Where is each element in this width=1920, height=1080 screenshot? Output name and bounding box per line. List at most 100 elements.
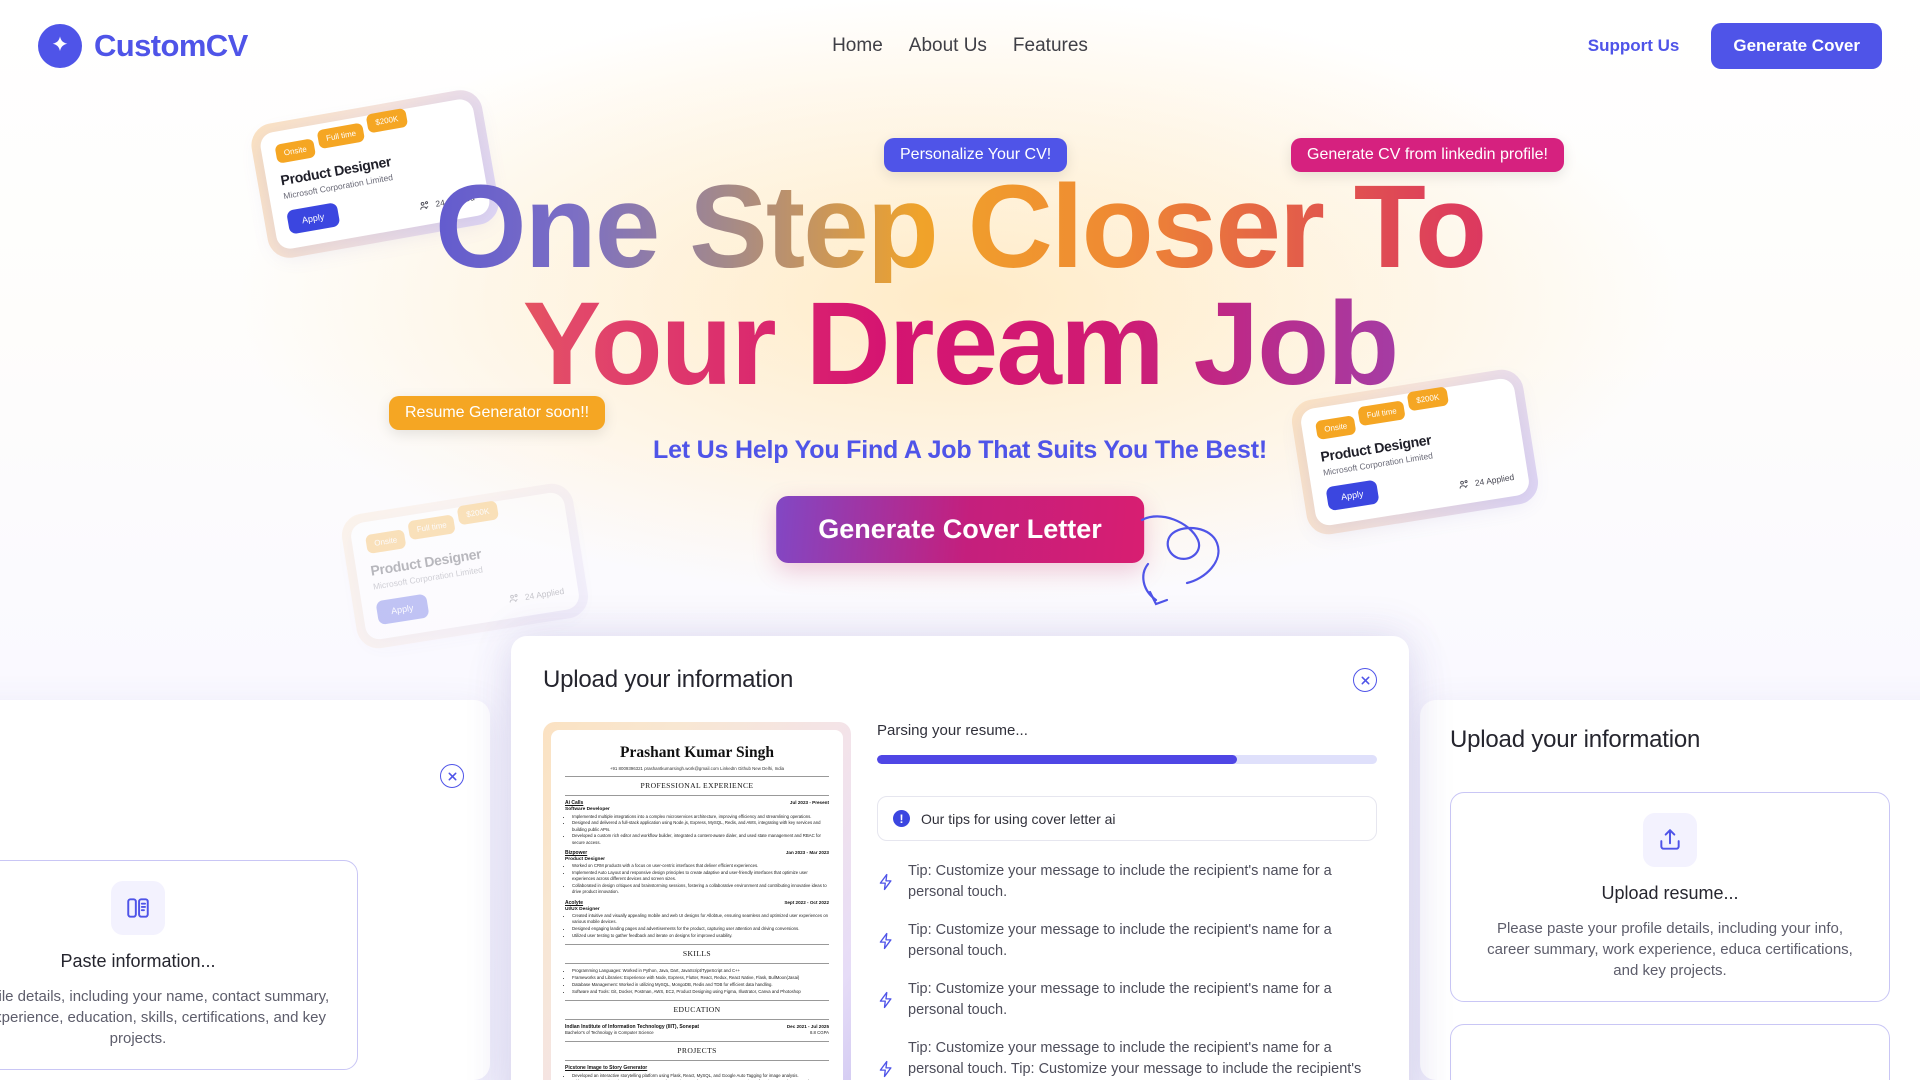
resume-contact-line: +91 8009396321 prashantkumarsingh.work@g… [609, 766, 785, 771]
close-circle-icon[interactable] [1353, 668, 1377, 692]
resume-bullet: Designed and delivered a full-stack appl… [572, 820, 829, 832]
resume-job-role: Product Designer [565, 856, 605, 862]
resume-bullet: Developed a custom rich editor and workf… [572, 833, 829, 845]
divider [565, 999, 829, 1001]
resume-job-entry: Bizpower Jan 2023 - Mar 2023 Product Des… [565, 850, 829, 896]
tip-text: Tip: Customize your message to include t… [908, 1040, 1362, 1078]
tip-text: Tip: Customize your message to include t… [908, 863, 1332, 900]
left-background-panel: Paste information... our profile details… [0, 700, 490, 1080]
resume-job-date: Jan 2023 - Mar 2023 [785, 849, 829, 855]
right-panel-title: Upload your information [1450, 726, 1701, 753]
list-item: Tip: Customize your message to include t… [877, 920, 1377, 961]
close-circle-icon[interactable] [440, 764, 464, 788]
resume-bullet: Implemented Auto Layout and responsive d… [572, 870, 829, 882]
resume-page: Prashant Kumar Singh +91 8009396321 pras… [551, 730, 843, 1080]
paste-card-title: Paste information... [60, 950, 216, 971]
page-root: Onsite Full time $200K Product Designer … [0, 0, 1920, 1080]
resume-skill-line: Programming Languages: Worked in Python,… [572, 968, 829, 974]
page-title: One Step Closer To Your Dream Job [0, 168, 1920, 403]
brand-name: CustomCV [94, 28, 248, 63]
list-item: Tip: Customize your message to include t… [877, 1038, 1377, 1080]
tips-list: Tip: Customize your message to include t… [877, 861, 1377, 1080]
nav-item-about-us[interactable]: About Us [909, 35, 987, 57]
resume-project-name: Picstone Image to Story Generator [565, 1065, 648, 1071]
resume-job-entry: Ai Calls Jul 2023 - Present Software Dev… [565, 800, 829, 846]
hero-subheadline: Let Us Help You Find A Job That Suits Yo… [653, 436, 1267, 464]
list-item: Tip: Customize your message to include t… [877, 979, 1377, 1020]
paste-icon [111, 880, 165, 935]
bolt-icon [879, 991, 892, 1009]
resume-job-entry: Acolyte Sept 2022 - Oct 2022 UI/UX Desig… [565, 900, 829, 940]
resume-bullet: Developed an interactive storytelling pl… [572, 1073, 829, 1079]
resume-bullet: Designed engaging landing pages and adve… [572, 926, 829, 932]
upload-secondary-card[interactable] [1450, 1024, 1890, 1080]
resume-preview[interactable]: Prashant Kumar Singh +91 8009396321 pras… [543, 722, 851, 1080]
resume-education-degree: Bachelor's of Technology in Computer Sci… [565, 1029, 654, 1035]
modal-body: Prashant Kumar Singh +91 8009396321 pras… [543, 722, 1377, 1080]
headline-line-1: One Step Closer To [0, 168, 1920, 286]
resume-job-role: Software Developer [565, 807, 610, 812]
tip-text: Tip: Customize your message to include t… [908, 922, 1332, 959]
main-nav: Home About Us Features [832, 35, 1088, 57]
upload-information-modal: Upload your information Prashant Kumar S… [511, 636, 1409, 1080]
resume-bullet: Implemented multiple integrations into a… [572, 814, 829, 820]
resume-skill-line: Software and Tools: Git, Docker, Postman… [572, 989, 829, 995]
parsing-progress-bar [877, 755, 1377, 764]
tips-header-text: Our tips for using cover letter ai [921, 810, 1116, 827]
divider [565, 1018, 829, 1020]
nav-item-home[interactable]: Home [832, 35, 883, 57]
tip-text: Tip: Customize your message to include t… [908, 981, 1332, 1018]
resume-job-org: Ai Calls [565, 800, 584, 806]
divider [565, 944, 829, 946]
divider [565, 1060, 829, 1061]
info-icon: ! [893, 810, 910, 827]
list-item: Tip: Customize your message to include t… [877, 861, 1377, 902]
upload-card-description: Please paste your profile details, inclu… [1487, 919, 1853, 980]
nav-item-features[interactable]: Features [1013, 35, 1088, 57]
resume-section-skills: SKILLS [682, 949, 712, 959]
resume-skill-line: Frameworks and Libraries: Experience wit… [572, 975, 829, 981]
modal-header: Upload your information [543, 666, 1377, 694]
resume-bullet: Created intuitive and visually appealing… [572, 913, 829, 925]
parsing-progress-fill [877, 755, 1237, 764]
right-background-panel: Upload your information Upload resume...… [1420, 700, 1920, 1080]
divider [565, 963, 829, 965]
divider [565, 795, 829, 796]
divider [565, 1041, 829, 1042]
resume-skill-line: Database Management: Worked in utilizing… [572, 982, 829, 988]
headline-line-2: Your Dream Job [0, 285, 1920, 403]
resume-job-date: Sept 2022 - Oct 2022 [784, 899, 829, 905]
bolt-icon [879, 932, 892, 949]
upload-card-title: Upload resume... [1601, 882, 1739, 903]
support-us-link[interactable]: Support Us [1588, 36, 1680, 56]
resume-bullet: Utilized user testing to gather feedback… [572, 933, 829, 939]
sparkle-icon [38, 24, 82, 68]
resume-job-org: Bizpower [565, 849, 588, 856]
upload-icon [1643, 812, 1697, 867]
divider [565, 776, 829, 777]
bolt-icon [879, 1061, 892, 1078]
tips-header-box: ! Our tips for using cover letter ai [877, 796, 1377, 841]
squiggle-arrow-decor [1140, 515, 1220, 606]
generate-cover-letter-button[interactable]: Generate Cover Letter [776, 496, 1144, 563]
resume-bullet: Worked on CRM products with a focus on u… [572, 863, 829, 869]
resume-job-org: Acolyte [565, 899, 584, 906]
parsing-status-label: Parsing your resume... [877, 722, 1028, 739]
brand-logo[interactable]: CustomCV [38, 24, 248, 68]
resume-job-date: Jul 2023 - Present [789, 800, 829, 805]
resume-section-projects: PROJECTS [677, 1046, 717, 1055]
site-header: CustomCV Home About Us Features Support … [0, 0, 1920, 92]
resume-candidate-name: Prashant Kumar Singh [620, 744, 774, 761]
resume-section-experience: PROFESSIONAL EXPERIENCE [640, 781, 754, 790]
paste-card-description: our profile details, including your name… [0, 987, 330, 1048]
parsing-column: Parsing your resume... ! Our tips for us… [877, 722, 1377, 1080]
hero-section: Personalize Your CV! Generate CV from li… [0, 0, 1920, 660]
modal-title: Upload your information [543, 666, 794, 693]
generate-cover-button[interactable]: Generate Cover [1711, 23, 1882, 69]
resume-education-date: Dec 2021 - Jul 2025 [786, 1023, 829, 1029]
header-actions: Support Us Generate Cover [1588, 23, 1882, 69]
bolt-icon [879, 873, 892, 890]
upload-resume-card[interactable]: Upload resume... Please paste your profi… [1450, 792, 1890, 1002]
paste-information-card[interactable]: Paste information... our profile details… [0, 860, 358, 1070]
resume-section-education: EDUCATION [673, 1004, 721, 1014]
